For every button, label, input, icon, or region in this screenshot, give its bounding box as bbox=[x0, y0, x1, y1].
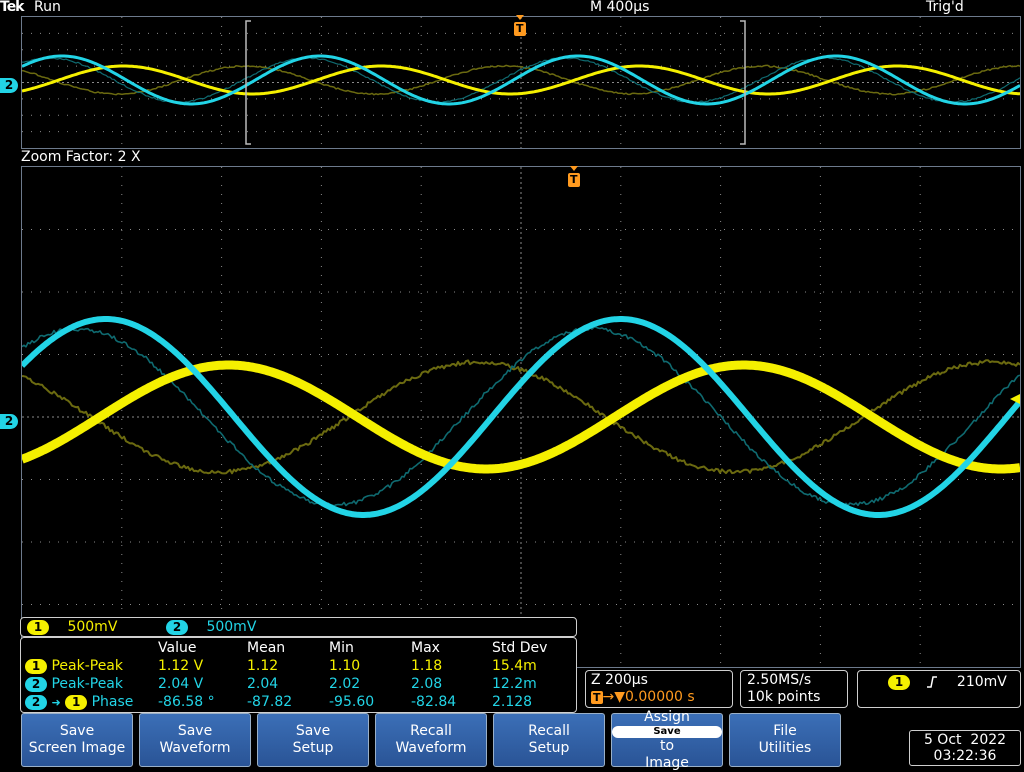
record-length: 10k points bbox=[747, 689, 820, 705]
zoom-trigger-marker[interactable]: T bbox=[567, 166, 581, 194]
save-waveform-button[interactable]: Save Waveform bbox=[139, 713, 251, 767]
measurement-table[interactable]: Value Mean Min Max Std Dev 1 Peak-Peak 1… bbox=[20, 637, 577, 713]
recall-setup-button[interactable]: Recall Setup bbox=[493, 713, 605, 767]
row1-std: 15.4m bbox=[492, 658, 537, 675]
save-button-icon: Save bbox=[612, 726, 722, 738]
trigger-icon: T bbox=[591, 691, 603, 704]
softkey-label-1: Save bbox=[258, 723, 368, 740]
softkey-label-mid: Save to bbox=[612, 726, 722, 755]
zoom-scale: Z 200µs bbox=[591, 672, 648, 688]
rising-edge-icon bbox=[926, 674, 938, 690]
softkey-label-1: Recall bbox=[376, 723, 486, 740]
row1-min: 1.10 bbox=[329, 658, 360, 675]
row2-std: 12.2m bbox=[492, 676, 537, 693]
header-mean: Mean bbox=[247, 640, 285, 657]
ch1-scale-value: 500mV bbox=[67, 619, 117, 635]
overview-trigger-marker[interactable]: T bbox=[513, 15, 527, 43]
date: 5 Oct 2022 bbox=[910, 732, 1020, 748]
row3-std: 2.128 bbox=[492, 694, 532, 711]
softkey-label-2: Utilities bbox=[730, 740, 840, 757]
channel-scale-bar[interactable]: 1 500mV 2 500mV bbox=[20, 617, 577, 637]
zoom-ch2-marker[interactable]: 2 bbox=[0, 411, 18, 430]
sample-rate: 2.50MS/s bbox=[747, 672, 811, 688]
timebase-readout: M 400µs bbox=[590, 0, 649, 15]
row2-value: 2.04 V bbox=[158, 676, 203, 693]
trigger-state: Trig'd bbox=[926, 0, 964, 15]
zoom-waveform-display bbox=[22, 167, 1020, 667]
zoom-ch2-marker-label: 2 bbox=[0, 414, 18, 429]
trigger-panel[interactable]: 1 210mV bbox=[857, 670, 1021, 708]
ch2-badge: 2 bbox=[166, 620, 188, 635]
row2-max: 2.08 bbox=[411, 676, 442, 693]
row3-ch1-badge: 1 bbox=[65, 695, 87, 710]
trigger-level-marker[interactable] bbox=[1010, 390, 1022, 409]
row3-mean: -87.82 bbox=[247, 694, 292, 711]
table-row[interactable]: 1 Peak-Peak bbox=[25, 658, 123, 675]
table-row[interactable]: 2 Peak-Peak bbox=[25, 676, 123, 693]
row3-min: -95.60 bbox=[329, 694, 374, 711]
row1-name: Peak-Peak bbox=[51, 658, 123, 674]
softkey-label-to: to bbox=[660, 738, 674, 754]
ch2-scale[interactable]: 2 500mV bbox=[166, 618, 256, 636]
softkey-label-2: Setup bbox=[494, 740, 604, 757]
trigger-level: 210mV bbox=[957, 674, 1007, 690]
softkey-label-2: Setup bbox=[258, 740, 368, 757]
ch2-scale-value: 500mV bbox=[206, 619, 256, 635]
row1-max: 1.18 bbox=[411, 658, 442, 675]
softkey-label-2: Waveform bbox=[140, 740, 250, 757]
time: 03:22:36 bbox=[910, 748, 1020, 764]
softkey-label-1: File bbox=[730, 723, 840, 740]
header-value: Value bbox=[158, 640, 196, 657]
assign-save-button[interactable]: Assign Save to Image bbox=[611, 713, 723, 767]
row3-value: -86.58 ° bbox=[158, 694, 215, 711]
zoom-factor-label: Zoom Factor: 2 X bbox=[21, 149, 141, 165]
row3-ch2-badge: 2 bbox=[25, 695, 47, 710]
overview-trigger-marker-label: T bbox=[516, 22, 524, 35]
arrow-right-icon: ➜ bbox=[51, 696, 60, 709]
acquisition-panel[interactable]: 2.50MS/s 10k points bbox=[740, 670, 848, 708]
row2-ch2-badge: 2 bbox=[25, 677, 47, 692]
tek-logo: Tek bbox=[0, 0, 24, 15]
row1-mean: 1.12 bbox=[247, 658, 278, 675]
row3-name: Phase bbox=[92, 694, 134, 710]
status-bar: Tek Run M 400µs Trig'd bbox=[0, 0, 1024, 16]
row1-ch1-badge: 1 bbox=[25, 659, 47, 674]
softkey-label-1: Recall bbox=[494, 723, 604, 740]
softkey-label-2: Image bbox=[612, 755, 722, 772]
header-std-dev: Std Dev bbox=[492, 640, 547, 657]
row3-max: -82.84 bbox=[411, 694, 456, 711]
trigger-settings: 1 210mV bbox=[888, 674, 1007, 690]
overview-ch2-marker-label: 2 bbox=[0, 78, 18, 93]
softkey-label-1: Assign bbox=[612, 709, 722, 726]
overview-ch2-marker[interactable]: 2 bbox=[0, 75, 18, 94]
trigger-position-readout: T →▼0.00000 s bbox=[591, 689, 695, 705]
trigger-source-badge: 1 bbox=[888, 675, 910, 690]
header-min: Min bbox=[329, 640, 354, 657]
save-screen-image-button[interactable]: Save Screen Image bbox=[21, 713, 133, 767]
softkey-label-2: Screen Image bbox=[22, 740, 132, 757]
zoom-readout-panel[interactable]: Z 200µs T →▼0.00000 s bbox=[585, 670, 733, 708]
softkey-label-2: Waveform bbox=[376, 740, 486, 757]
ch1-badge: 1 bbox=[27, 620, 49, 635]
file-utilities-button[interactable]: File Utilities bbox=[729, 713, 841, 767]
arrow-right-icon: →▼ bbox=[603, 689, 626, 705]
run-state: Run bbox=[34, 0, 61, 15]
trigger-position-value: 0.00000 s bbox=[625, 689, 695, 705]
table-row[interactable]: 2 ➜ 1 Phase bbox=[25, 694, 133, 711]
row2-min: 2.02 bbox=[329, 676, 360, 693]
softkey-label-1: Save bbox=[140, 723, 250, 740]
zoom-graticule[interactable] bbox=[21, 166, 1021, 668]
row2-name: Peak-Peak bbox=[51, 676, 123, 692]
date-time-display[interactable]: 5 Oct 2022 03:22:36 bbox=[909, 730, 1021, 766]
save-setup-button[interactable]: Save Setup bbox=[257, 713, 369, 767]
trigger-level-arrow-icon bbox=[1010, 393, 1022, 405]
zoom-trigger-marker-label: T bbox=[570, 173, 578, 186]
recall-waveform-button[interactable]: Recall Waveform bbox=[375, 713, 487, 767]
ch1-scale[interactable]: 1 500mV bbox=[27, 618, 117, 636]
header-max: Max bbox=[411, 640, 440, 657]
row2-mean: 2.04 bbox=[247, 676, 278, 693]
softkey-label-1: Save bbox=[22, 723, 132, 740]
row1-value: 1.12 V bbox=[158, 658, 203, 675]
